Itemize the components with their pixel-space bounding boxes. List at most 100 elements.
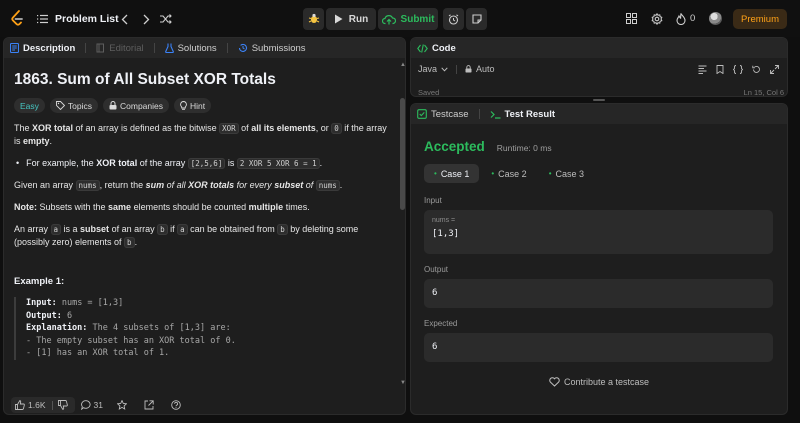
- terminal-icon: [490, 110, 500, 119]
- format-align-icon[interactable]: [698, 65, 707, 74]
- scroll-up-arrow[interactable]: ▲: [400, 62, 405, 68]
- description-panel: Description Editorial Solutions Submissi…: [3, 37, 406, 415]
- resize-handle[interactable]: [593, 99, 605, 101]
- notes-button[interactable]: [466, 8, 487, 30]
- curly-braces-icon[interactable]: [733, 64, 743, 74]
- divider: [456, 64, 458, 74]
- tab-case-1[interactable]: • Case 1: [424, 164, 480, 183]
- contribute-testcase-link[interactable]: Contribute a testcase: [411, 377, 787, 387]
- output-box[interactable]: 6: [424, 279, 773, 308]
- avatar[interactable]: [709, 12, 722, 25]
- premium-button[interactable]: Premium: [733, 9, 787, 29]
- problem-list-label: Problem List: [55, 13, 119, 25]
- input-box[interactable]: nums = [1,3]: [424, 210, 773, 254]
- hint-label: Hint: [190, 100, 206, 111]
- tab-case-2[interactable]: • Case 2: [481, 164, 536, 183]
- code-brackets-icon: [417, 43, 428, 53]
- tab-solutions-label: Solutions: [177, 42, 217, 54]
- problem-list-button[interactable]: Problem List: [37, 10, 119, 28]
- description-scrollbar[interactable]: [400, 98, 405, 210]
- expand-icon[interactable]: [770, 64, 779, 74]
- language-value: Java: [418, 64, 438, 74]
- heart-icon: [549, 377, 560, 387]
- comments-count: 31: [93, 400, 103, 410]
- share-icon: [144, 400, 154, 410]
- bookmark-icon[interactable]: [716, 64, 724, 74]
- hint-chip[interactable]: Hint: [174, 98, 212, 113]
- run-button[interactable]: Run: [326, 8, 376, 30]
- chevron-left-icon: [121, 14, 127, 24]
- contribute-label: Contribute a testcase: [563, 377, 650, 387]
- tab-divider: [478, 109, 480, 119]
- input-label: Input: [424, 196, 442, 205]
- list-icon: [37, 14, 48, 24]
- code-panel: Code Java Auto Saved Ln 15, Col 6: [410, 37, 788, 97]
- problem-description: 1863. Sum of All Subset XOR Totals Easy …: [4, 59, 401, 389]
- like-button[interactable]: 1.6K: [15, 400, 46, 410]
- tab-description[interactable]: Description: [10, 43, 75, 54]
- tab-editorial[interactable]: Editorial: [96, 42, 144, 54]
- tab-code[interactable]: Code: [417, 43, 456, 54]
- divider: [51, 400, 53, 410]
- prev-problem-button[interactable]: [118, 12, 130, 26]
- lightbulb-icon: [180, 101, 187, 110]
- tab-divider: [85, 43, 87, 53]
- tab-case-3[interactable]: • Case 3: [539, 164, 594, 183]
- tab-submissions-label: Submissions: [251, 42, 306, 54]
- expected-value: 6: [432, 342, 438, 352]
- streak-counter[interactable]: 0: [676, 11, 695, 26]
- settings-button[interactable]: [651, 12, 663, 25]
- like-dislike-group: 1.6K: [11, 397, 75, 413]
- saved-status: Saved: [418, 88, 440, 97]
- example-title: Example 1:: [14, 276, 65, 287]
- subset-definition-paragraph: An array a is a subset of an array b if …: [14, 224, 359, 248]
- dislike-button[interactable]: [57, 400, 71, 410]
- thumbs-down-icon: [57, 400, 68, 410]
- case-3-label: Case 3: [555, 168, 585, 179]
- tab-testcase-label: Testcase: [431, 108, 469, 120]
- cloud-upload-icon: [381, 14, 396, 24]
- debug-button[interactable]: [303, 8, 324, 30]
- auto-mode-toggle[interactable]: Auto: [465, 64, 495, 74]
- page-title: 1863. Sum of All Subset XOR Totals: [14, 71, 276, 88]
- timer-button[interactable]: [443, 8, 464, 30]
- case-tabs: • Case 1 • Case 2 • Case 3: [424, 164, 596, 183]
- tab-submissions[interactable]: Submissions: [238, 43, 306, 54]
- verdict-status: Accepted: [424, 139, 485, 154]
- leetcode-logo-icon[interactable]: [10, 10, 24, 28]
- submit-button[interactable]: Submit: [378, 8, 438, 30]
- code-panel-header: Code: [411, 38, 787, 58]
- tab-divider: [226, 43, 228, 53]
- streak-count: 0: [690, 13, 696, 24]
- reset-icon[interactable]: [752, 65, 761, 74]
- next-problem-button[interactable]: [140, 12, 152, 26]
- expected-box[interactable]: 6: [424, 333, 773, 362]
- scroll-down-arrow[interactable]: ▼: [400, 380, 405, 386]
- tab-solutions[interactable]: Solutions: [164, 42, 217, 54]
- favorite-button[interactable]: [116, 400, 130, 410]
- tab-editorial-label: Editorial: [109, 42, 144, 54]
- random-problem-button[interactable]: [159, 12, 173, 26]
- share-button[interactable]: [144, 400, 157, 410]
- tab-description-label: Description: [23, 42, 76, 54]
- difficulty-badge[interactable]: Easy: [14, 98, 45, 113]
- comments-button[interactable]: 31: [80, 400, 103, 410]
- output-label: Output: [424, 265, 449, 274]
- description-tabs: Description Editorial Solutions Submissi…: [4, 38, 405, 58]
- problem-tags: Easy Topics Companies Hint: [14, 98, 391, 113]
- layout-button[interactable]: [625, 12, 637, 25]
- code-status-bar: Saved Ln 15, Col 6: [418, 88, 784, 97]
- description-footer: 1.6K 31: [4, 395, 405, 414]
- tab-testcase[interactable]: Testcase: [417, 109, 469, 120]
- language-select[interactable]: Java: [418, 64, 448, 74]
- example-block: Input: nums = [1,3] Output: 6 Explanatio…: [14, 297, 391, 360]
- test-result-panel: Testcase Test Result Accepted Runtime: 0…: [410, 103, 788, 415]
- tab-test-result[interactable]: Test Result: [490, 109, 555, 120]
- topics-chip[interactable]: Topics: [49, 98, 98, 113]
- companies-chip[interactable]: Companies: [103, 98, 169, 113]
- case-2-label: Case 2: [498, 168, 527, 179]
- alarm-clock-icon: [448, 13, 459, 25]
- help-button[interactable]: [171, 400, 184, 410]
- result-tabs: Testcase Test Result: [411, 104, 787, 124]
- code-title: Code: [432, 42, 456, 54]
